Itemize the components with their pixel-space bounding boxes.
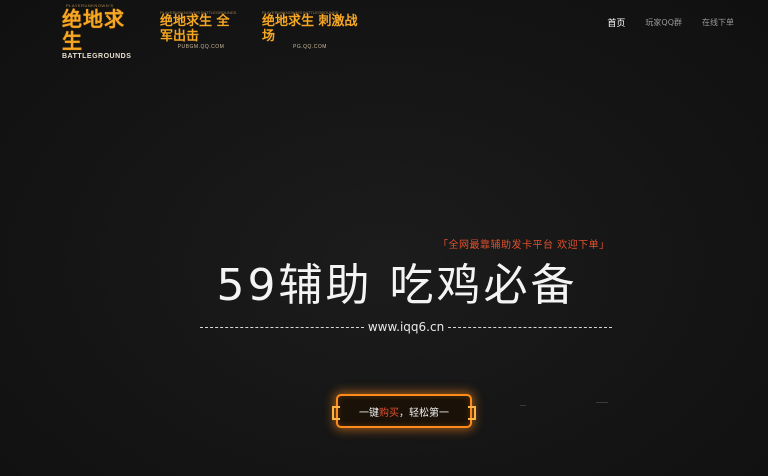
site-url: www.iqq6.cn (367, 320, 445, 334)
buy-label-highlight: 购买 (379, 407, 399, 419)
nav-item-order-online[interactable]: 在线下单 (702, 17, 734, 28)
pubg-logo[interactable]: PLAYERUNKNOWN'S 绝地求生 BATTLEGROUNDS (62, 3, 138, 60)
logo-sub-title: 绝地求生 刺激战场 (262, 14, 358, 44)
logo-english-title: BATTLEGROUNDS (62, 53, 132, 60)
divider-dash-right (448, 326, 613, 328)
quanjun-chuji-logo[interactable]: PLAYERUNKNOWN'S BATTLEGROUNDS 绝地求生 全军出击 … (160, 10, 242, 50)
buy-now-button[interactable]: 一键购买，轻松第一 (332, 394, 476, 428)
url-divider: www.iqq6.cn (200, 320, 613, 334)
page-background: PLAYERUNKNOWN'S 绝地求生 BATTLEGROUNDS PLAYE… (0, 0, 768, 476)
buy-button-label: 一键购买，轻松第一 (359, 404, 449, 419)
logo-sub-url: PG.QQ.COM (293, 44, 327, 50)
divider-dash-left (200, 326, 364, 328)
logo-sub-top-text: PLAYERUNKNOWN'S BATTLEGROUNDS (262, 10, 339, 15)
buy-label-suffix: ，轻松第一 (399, 407, 449, 419)
main-nav: 首页 玩家QQ群 在线下单 (587, 16, 734, 29)
logo-sub-top-text: PLAYERUNKNOWN'S BATTLEGROUNDS (160, 10, 237, 15)
logo-chinese-title: 绝地求生 (62, 7, 125, 53)
buy-label-prefix: 一键 (359, 407, 379, 419)
nav-item-qq-group[interactable]: 玩家QQ群 (645, 17, 682, 28)
logo-sub-title: 绝地求生 全军出击 (160, 14, 230, 44)
nav-item-home[interactable]: 首页 (607, 16, 625, 29)
decor-line (520, 405, 526, 406)
hero-title: 59辅助 吃鸡必备 (216, 260, 578, 311)
hero-tagline: 「全网最靠辅助发卡平台 欢迎下单」 (438, 240, 610, 251)
logo-sub-url: PUBGM.QQ.COM (177, 44, 225, 50)
decor-line (596, 402, 608, 403)
site-header: PLAYERUNKNOWN'S 绝地求生 BATTLEGROUNDS PLAYE… (0, 0, 768, 60)
logo-top-text: PLAYERUNKNOWN'S (66, 3, 114, 8)
ciji-zhanchang-logo[interactable]: PLAYERUNKNOWN'S BATTLEGROUNDS 绝地求生 刺激战场 … (262, 10, 358, 50)
